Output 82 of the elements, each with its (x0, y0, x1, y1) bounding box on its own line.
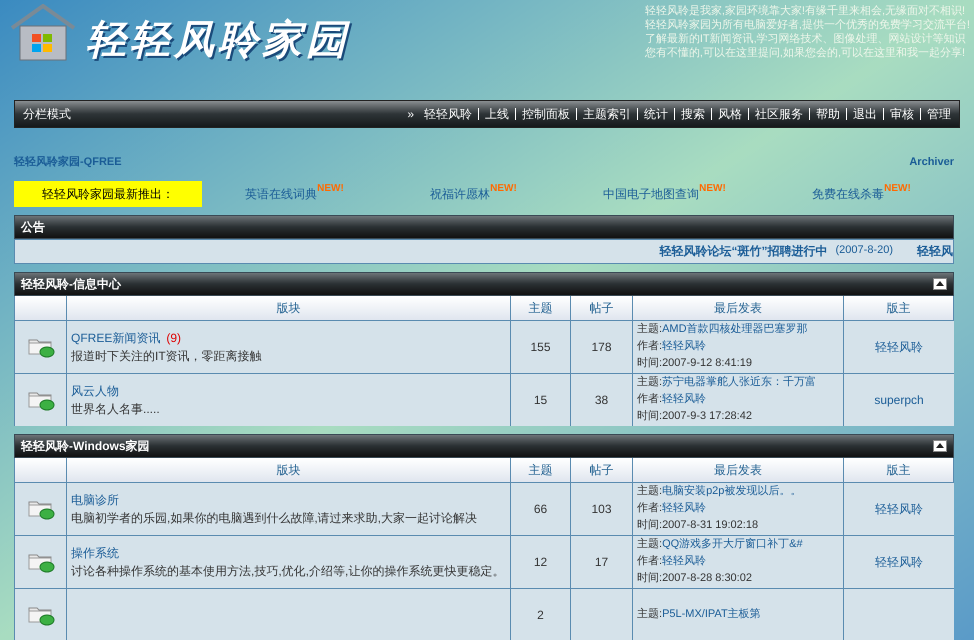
last-post-link[interactable]: 轻轻风聆 (662, 391, 706, 408)
forum-description: 报道时下关注的IT资讯，零距离接触 (71, 348, 263, 364)
nav-link[interactable]: 搜索 (681, 105, 705, 123)
last-post-link[interactable]: 轻轻风聆 (662, 500, 706, 517)
announcement-link[interactable]: 轻轻风 (917, 242, 953, 260)
last-post-time: 2007-9-12 8:41:19 (662, 356, 752, 371)
promo-link[interactable]: 中国电子地图查询 (603, 184, 700, 202)
last-post-label: 主题: (637, 322, 662, 337)
last-post-link[interactable]: 苏宁电器掌舵人张近东：千万富 (662, 374, 816, 391)
new-post-count: (9) (166, 330, 182, 346)
nav-link[interactable]: 审核 (890, 105, 914, 123)
post-count: 38 (571, 374, 633, 426)
nav-link[interactable]: 帮助 (816, 105, 840, 123)
promo-label: 轻轻风聆家园最新推出： (14, 180, 202, 206)
moderator-link[interactable]: 轻轻风聆 (875, 552, 923, 570)
last-post-time: 2007-9-3 17:28:42 (662, 409, 752, 424)
house-logo-icon (10, 4, 76, 62)
last-post-label: 时间: (637, 356, 662, 371)
intro-text: 了解最新的IT新闻资讯,学习网络技术、图像处理、网站设计等知识 (644, 32, 967, 46)
last-post-label: 主题: (637, 484, 662, 499)
promo-link[interactable]: 英语在线词典 (245, 184, 318, 202)
last-post-label: 时间: (637, 571, 662, 586)
nav-link[interactable]: 主题索引 (583, 105, 631, 123)
last-post-label: 作者: (637, 501, 662, 516)
nav-arrow: » (407, 106, 414, 123)
intro-text: 轻轻风聆是我家,家园环境靠大家!有缘千里来相会,无缘面对不相识! (644, 4, 966, 18)
last-post-link[interactable]: P5L-MX/IPAT主板第 (662, 606, 761, 623)
nav-link[interactable]: 轻轻风聆 (424, 105, 472, 123)
intro-text: 轻轻风聆家园为所有电脑爱好者,提供一个优秀的免费学习交流平台! (644, 18, 970, 32)
last-post-link[interactable]: QQ游戏多开大厅窗口补丁&# (662, 536, 803, 553)
last-post-link[interactable]: AMD首款四核处理器巴塞罗那 (662, 321, 808, 338)
promo-link[interactable]: 免费在线杀毒 (812, 184, 884, 202)
topic-count: 15 (511, 374, 571, 426)
view-mode-link[interactable]: 分栏模式 (23, 105, 71, 123)
last-post-link[interactable]: 轻轻风聆 (662, 553, 706, 570)
nav-link[interactable]: 风格 (718, 105, 742, 123)
last-post-time: 2007-8-28 8:30:02 (662, 571, 752, 586)
new-label: NEW! (317, 182, 344, 196)
last-post-link[interactable]: 轻轻风聆 (662, 338, 706, 355)
nav-link[interactable]: 退出 (853, 105, 877, 123)
site-logo-text: 轻轻风聆家园 (86, 17, 350, 64)
section-title: 轻轻风聆-Windows家园 (21, 438, 150, 454)
nav-link[interactable]: 控制面板 (522, 105, 570, 123)
forum-link[interactable]: QFREE新闻资讯 (71, 328, 160, 346)
intro-text: 您有不懂的,可以在这里提问,如果您会的,可以在这里和我一起分享! (644, 46, 966, 60)
last-post-label: 时间: (637, 518, 662, 533)
forum-link[interactable]: 电脑诊所 (71, 490, 119, 508)
section-title: 轻轻风聆-信息中心 (21, 276, 121, 292)
last-post-label: 作者: (637, 339, 662, 354)
nav-link[interactable]: 统计 (644, 105, 668, 123)
moderator-link[interactable]: superpch (874, 390, 924, 408)
last-post-time: 2007-8-31 19:02:18 (662, 518, 758, 533)
nav-link[interactable]: 社区服务 (755, 105, 803, 123)
collapse-icon (936, 281, 944, 286)
last-post-label: 作者: (637, 392, 662, 407)
last-post-label: 主题: (637, 606, 662, 622)
moderator-link[interactable]: 轻轻风聆 (875, 338, 923, 356)
archiver-link[interactable]: Archiver (909, 154, 954, 170)
section-title: 公告 (21, 218, 45, 236)
forum-description: 世界名人名事..... (71, 400, 161, 418)
moderator-link[interactable]: 轻轻风聆 (875, 500, 923, 518)
last-post-label: 主题: (637, 374, 662, 390)
forum-description: 电脑初学者的乐园,如果你的电脑遇到什么故障,请过来求助,大家一起讨论解决 (71, 510, 478, 526)
collapse-button[interactable] (933, 278, 947, 290)
last-post-link[interactable]: 电脑安装p2p被发现以后。。 (662, 483, 802, 500)
promo-link[interactable]: 祝福许愿林 (430, 184, 490, 202)
nav-link[interactable]: 管理 (927, 105, 951, 123)
forum-link[interactable]: 操作系统 (71, 544, 119, 562)
announcement-date: (2007-8-20) (836, 243, 893, 258)
last-post-label: 主题: (637, 536, 662, 552)
collapse-button[interactable] (933, 440, 947, 452)
forum-link[interactable]: 风云人物 (71, 382, 119, 400)
new-label: NEW! (884, 182, 911, 196)
new-label: NEW! (490, 182, 517, 196)
forum-description: 讨论各种操作系统的基本使用方法,技巧,优化,介绍等,让你的操作系统更快更稳定。 (71, 562, 506, 580)
announcement-link[interactable]: 轻轻风聆论坛“斑竹”招聘进行中 (660, 242, 828, 260)
collapse-icon (936, 443, 944, 448)
last-post-label: 作者: (637, 554, 662, 569)
topic-count: 2 (511, 588, 571, 640)
nav-link[interactable]: 上线 (485, 105, 509, 123)
last-post-label: 时间: (637, 409, 662, 424)
new-label: NEW! (699, 182, 726, 196)
